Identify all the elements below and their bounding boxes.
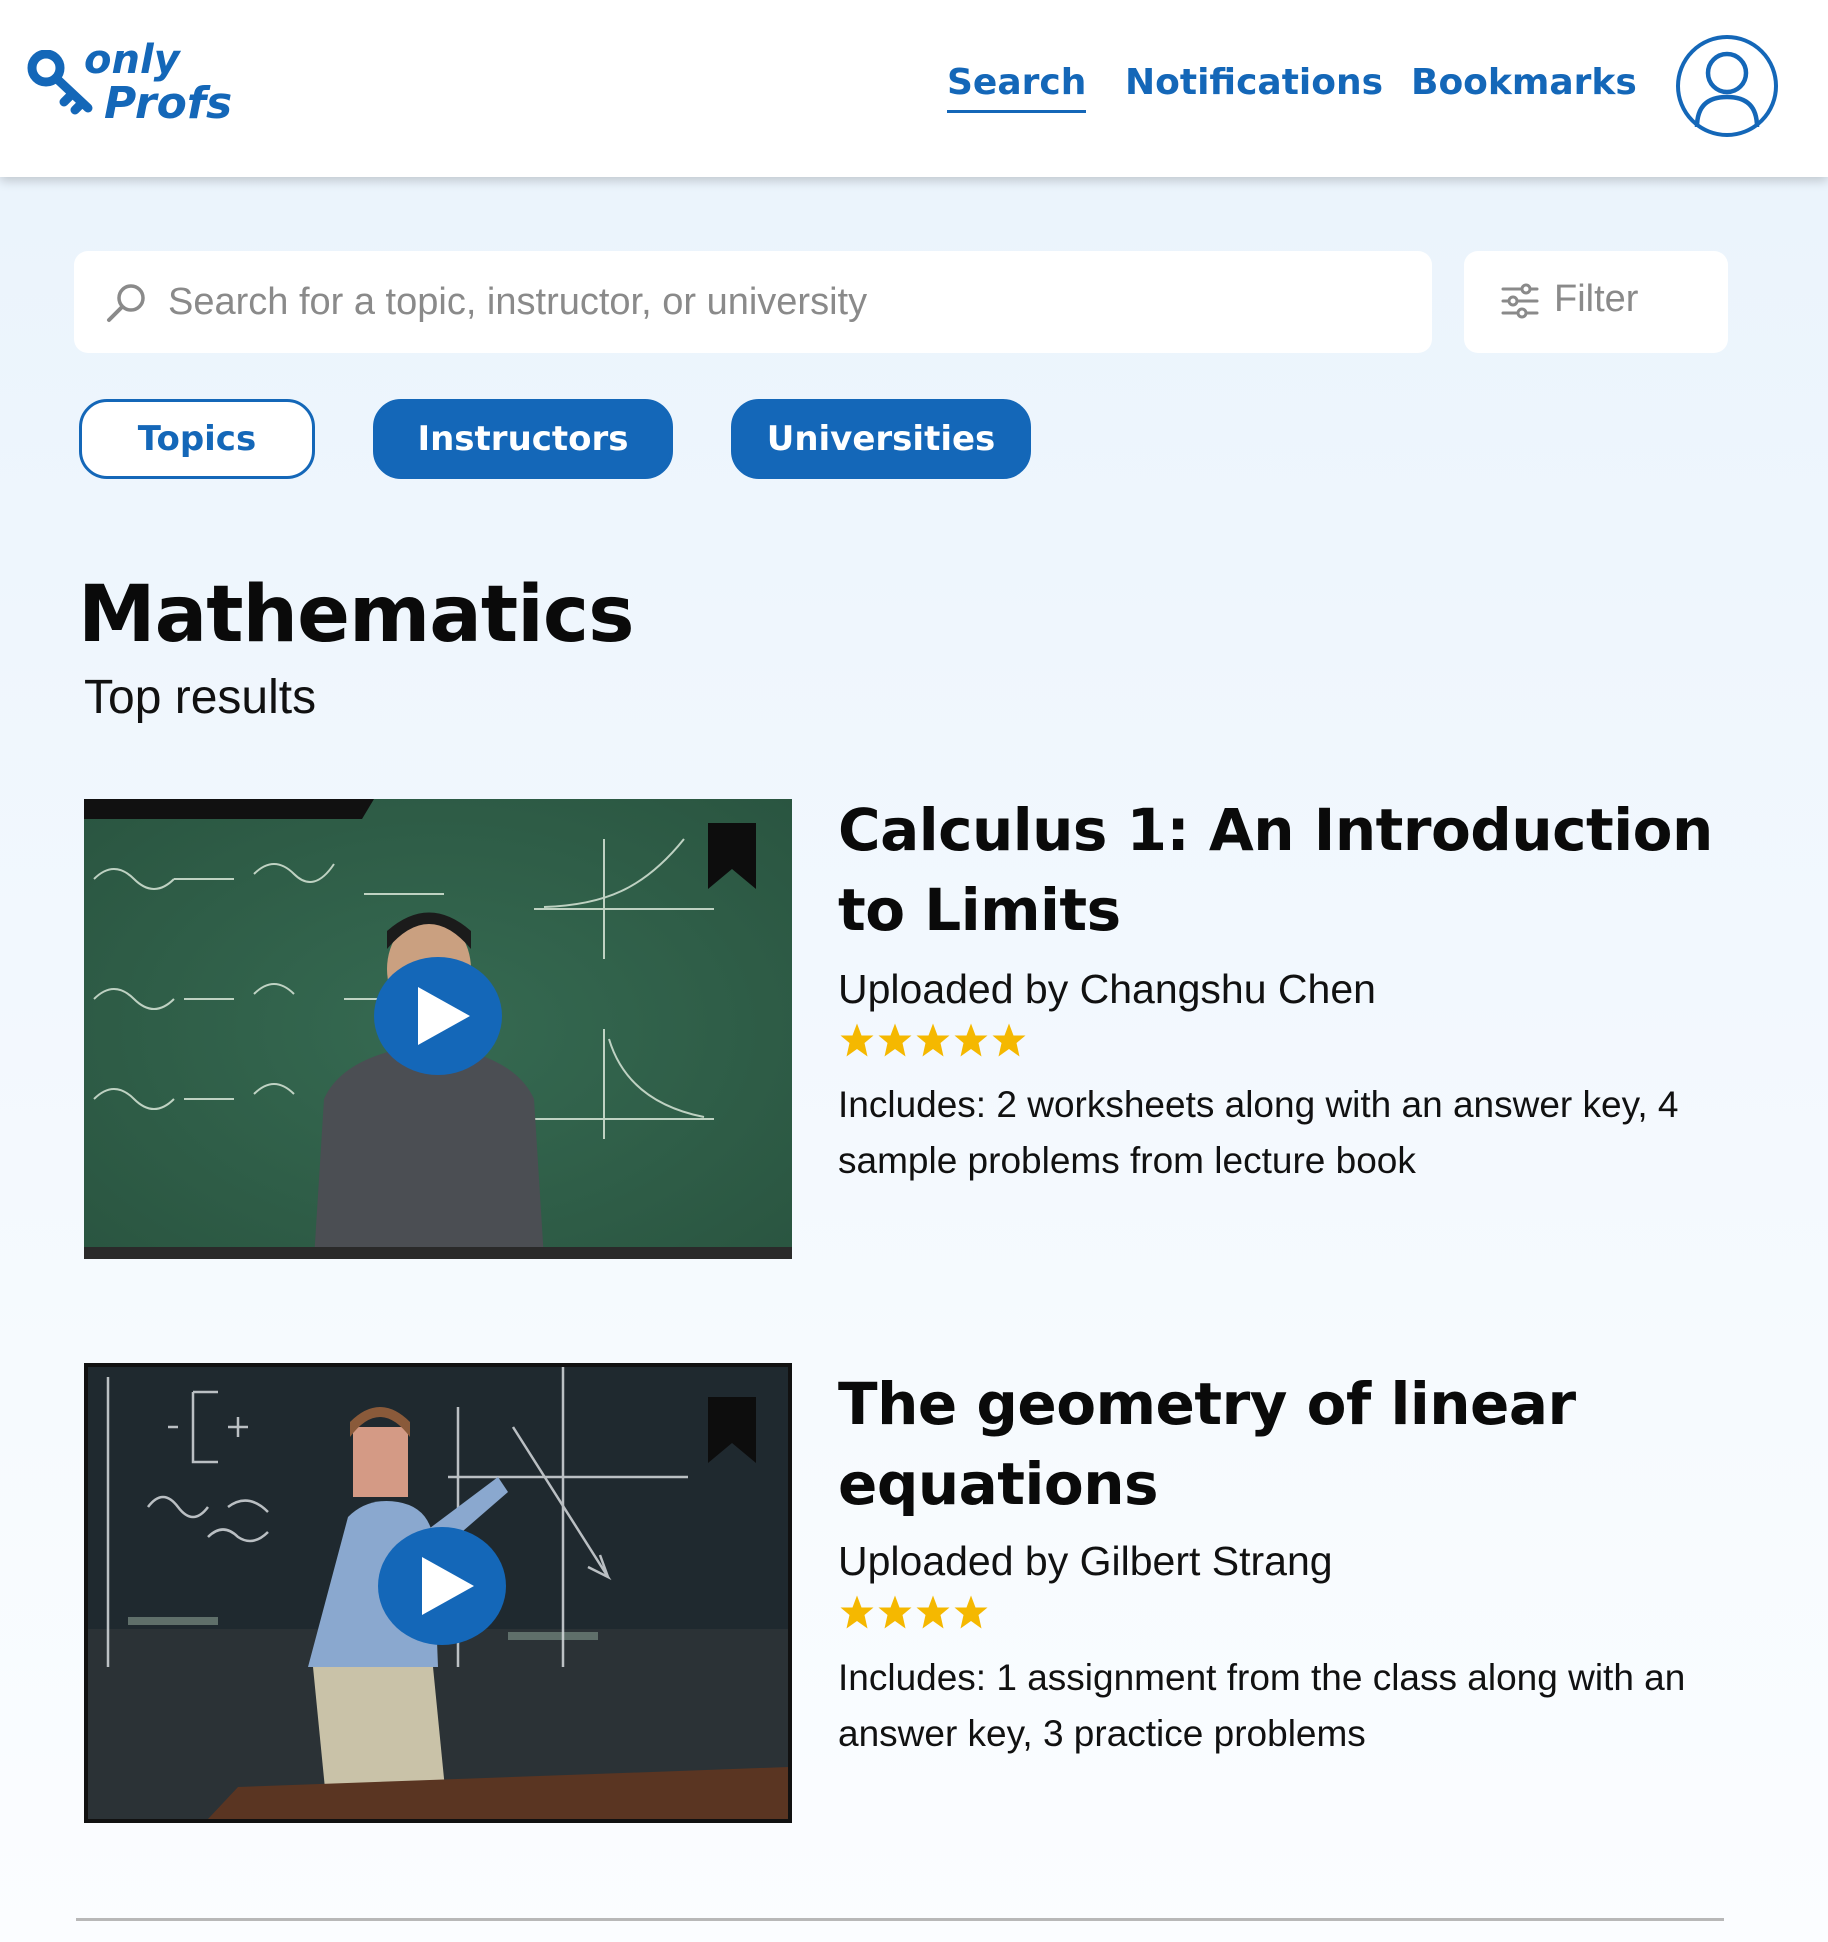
star-icon: [916, 1595, 950, 1629]
section-title: Mathematics: [78, 570, 635, 660]
star-icon: [878, 1023, 912, 1057]
star-icon: [954, 1595, 988, 1629]
search-input[interactable]: [168, 269, 1408, 335]
divider: [76, 1918, 1724, 1921]
result-includes: Includes: 2 worksheets along with an ans…: [838, 1084, 1679, 1181]
top-nav-bar: only Profs Search Notifications Bookmark…: [0, 0, 1828, 177]
search-bar: [74, 251, 1432, 353]
result-title[interactable]: The geometry of linear equations: [838, 1364, 1738, 1524]
play-button[interactable]: [374, 957, 502, 1075]
star-icon: [840, 1023, 874, 1057]
video-thumbnail[interactable]: [84, 1363, 792, 1823]
star-icon: [840, 1595, 874, 1629]
chip-topics[interactable]: Topics: [79, 399, 315, 479]
video-thumbnail[interactable]: [84, 799, 792, 1259]
star-icon: [916, 1023, 950, 1057]
star-rating: [838, 1594, 990, 1630]
brand-name-line1: only: [84, 37, 180, 83]
brand-name-line2: Profs: [104, 78, 233, 129]
user-circle-icon: [1694, 51, 1760, 127]
bookmark-icon[interactable]: [708, 823, 756, 889]
nav-search-link[interactable]: Search: [947, 62, 1087, 113]
chip-instructors[interactable]: Instructors: [373, 399, 673, 479]
result-title[interactable]: Calculus 1: An Introduction to Limits: [838, 790, 1738, 950]
chip-universities[interactable]: Universities: [731, 399, 1031, 479]
result-uploader: Uploaded by Gilbert Strang: [838, 1538, 1333, 1584]
brand-logo[interactable]: only Profs: [26, 37, 232, 140]
search-icon: [107, 284, 145, 322]
filter-button[interactable]: Filter: [1464, 251, 1728, 353]
nav-notifications-link[interactable]: Notifications: [1125, 62, 1383, 112]
bookmark-icon[interactable]: [708, 1397, 756, 1463]
play-icon: [422, 1557, 474, 1615]
profile-button[interactable]: [1676, 35, 1778, 137]
play-icon: [418, 987, 470, 1045]
result-uploader: Uploaded by Changshu Chen: [838, 966, 1376, 1012]
sliders-icon: [1501, 283, 1539, 319]
star-icon: [992, 1023, 1026, 1057]
star-icon: [954, 1023, 988, 1057]
play-button[interactable]: [378, 1527, 506, 1645]
star-rating: [838, 1022, 1028, 1058]
star-icon: [878, 1595, 912, 1629]
section-subtitle: Top results: [84, 671, 317, 724]
nav-bookmarks-link[interactable]: Bookmarks: [1411, 62, 1637, 112]
filter-label: Filter: [1554, 278, 1639, 320]
result-includes: Includes: 1 assignment from the class al…: [838, 1657, 1686, 1754]
